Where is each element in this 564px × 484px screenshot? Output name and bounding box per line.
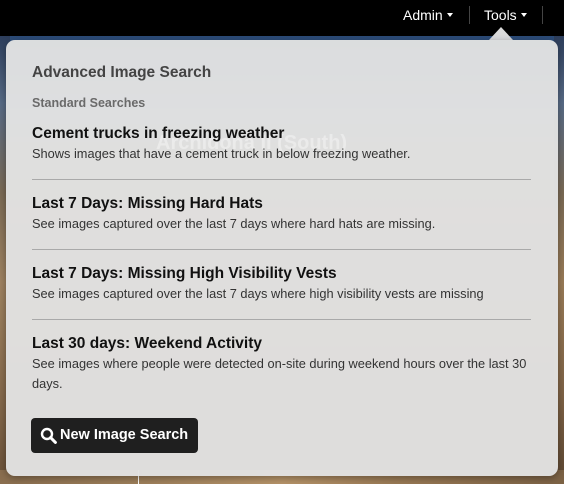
standard-search-weekend-activity[interactable]: Last 30 days: Weekend Activity See image…	[32, 334, 530, 394]
top-navigation-bar: Admin Tools	[0, 0, 564, 36]
standard-search-missing-hard-hats[interactable]: Last 7 Days: Missing Hard Hats See image…	[32, 194, 530, 234]
divider	[32, 319, 531, 320]
caret-down-icon	[446, 13, 453, 18]
advanced-image-search-dropdown: Archidona II (South) Advanced Image Sear…	[6, 40, 558, 476]
search-item-description: See images captured over the last 7 days…	[32, 216, 436, 231]
section-label-standard-searches: Standard Searches	[32, 96, 146, 110]
nav-tools-menu[interactable]: Tools	[484, 0, 527, 30]
search-item-title: Last 7 Days: Missing High Visibility Ves…	[32, 265, 337, 282]
search-icon	[40, 427, 57, 444]
nav-separator	[542, 6, 543, 24]
caret-down-icon	[520, 13, 527, 18]
panel-title: Advanced Image Search	[32, 64, 212, 81]
search-item-title: Last 7 Days: Missing Hard Hats	[32, 195, 263, 212]
divider	[32, 249, 531, 250]
search-item-title: Last 30 days: Weekend Activity	[32, 335, 263, 352]
divider	[32, 179, 531, 180]
nav-separator	[469, 6, 470, 24]
standard-search-missing-vests[interactable]: Last 7 Days: Missing High Visibility Ves…	[32, 264, 530, 304]
nav-admin-label: Admin	[403, 7, 443, 23]
nav-admin-menu[interactable]: Admin	[403, 0, 453, 30]
search-item-description: Shows images that have a cement truck in…	[32, 146, 411, 161]
new-image-search-label: New Image Search	[60, 427, 189, 443]
new-image-search-button[interactable]: New Image Search	[31, 418, 199, 453]
search-item-description: See images where people were detected on…	[32, 356, 527, 391]
search-item-description: See images captured over the last 7 days…	[32, 286, 484, 301]
search-item-title: Cement trucks in freezing weather	[32, 125, 285, 142]
dropdown-pointer-arrow	[489, 27, 513, 40]
nav-tools-label: Tools	[484, 7, 517, 23]
standard-search-cement-trucks[interactable]: Cement trucks in freezing weather Shows …	[32, 124, 530, 164]
